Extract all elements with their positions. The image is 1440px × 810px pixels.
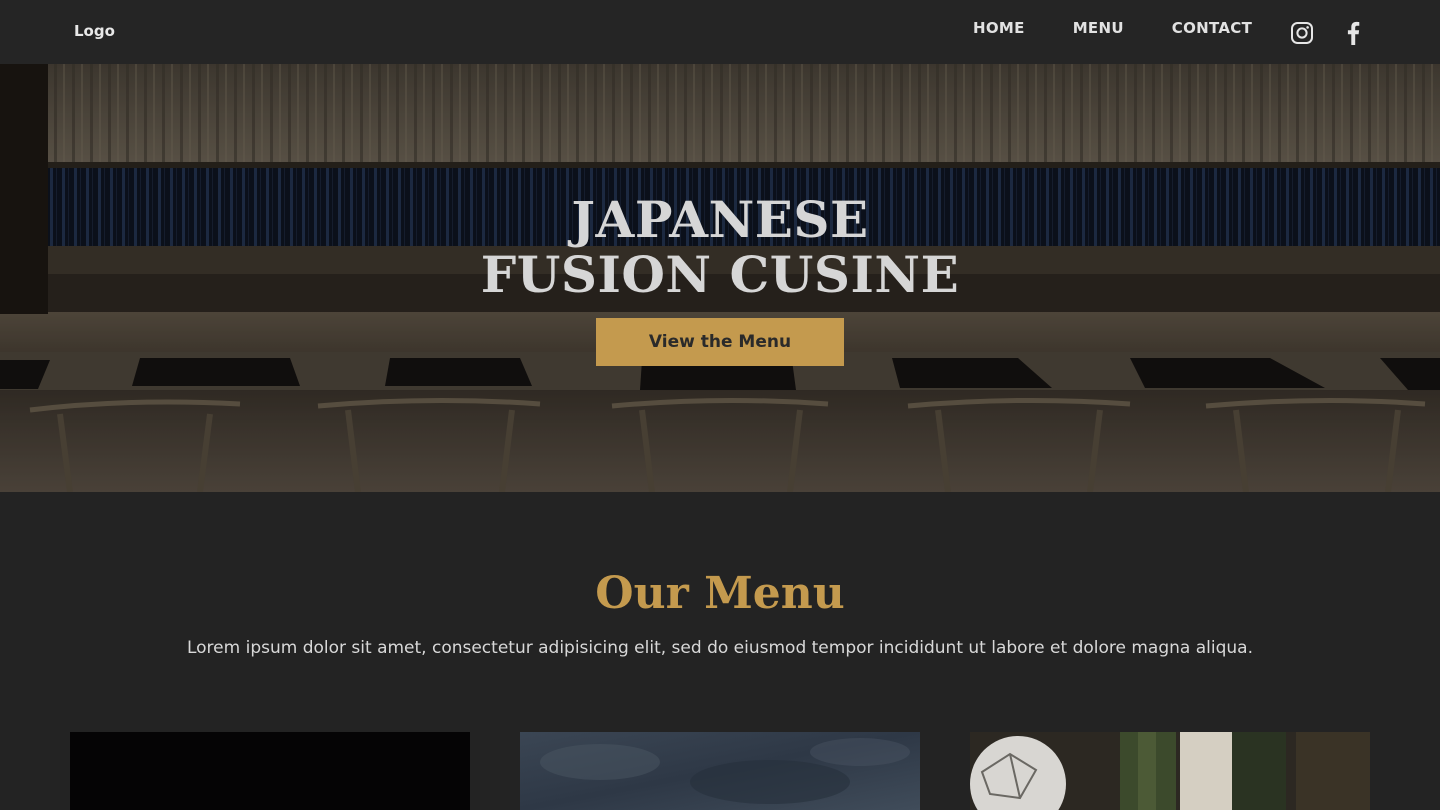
menu-card-image-3[interactable]	[970, 732, 1370, 810]
hero-title: JAPANESE FUSION CUSINE	[0, 192, 1440, 302]
view-menu-button[interactable]: View the Menu	[596, 318, 844, 366]
nav-link-menu[interactable]: MENU	[1073, 19, 1124, 37]
logo[interactable]: Logo	[74, 22, 115, 40]
facebook-icon[interactable]	[1346, 21, 1360, 45]
nav-links: HOME MENU CONTACT	[973, 19, 1252, 37]
nav-link-contact[interactable]: CONTACT	[1172, 19, 1252, 37]
social-links	[1290, 20, 1360, 45]
hero-section: JAPANESE FUSION CUSINE View the Menu	[0, 64, 1440, 492]
menu-card-image-1[interactable]	[70, 732, 470, 810]
hero-title-line1: JAPANESE	[571, 190, 869, 249]
menu-section: Our Menu Lorem ipsum dolor sit amet, con…	[0, 492, 1440, 810]
menu-title: Our Menu	[595, 568, 845, 619]
nav-link-home[interactable]: HOME	[973, 19, 1025, 37]
menu-description: Lorem ipsum dolor sit amet, consectetur …	[186, 638, 1253, 658]
menu-card-image-2[interactable]	[520, 732, 920, 810]
hero-title-line2: FUSION CUSINE	[480, 245, 960, 304]
instagram-icon[interactable]	[1290, 21, 1314, 45]
navbar: Logo HOME MENU CONTACT	[0, 0, 1440, 64]
